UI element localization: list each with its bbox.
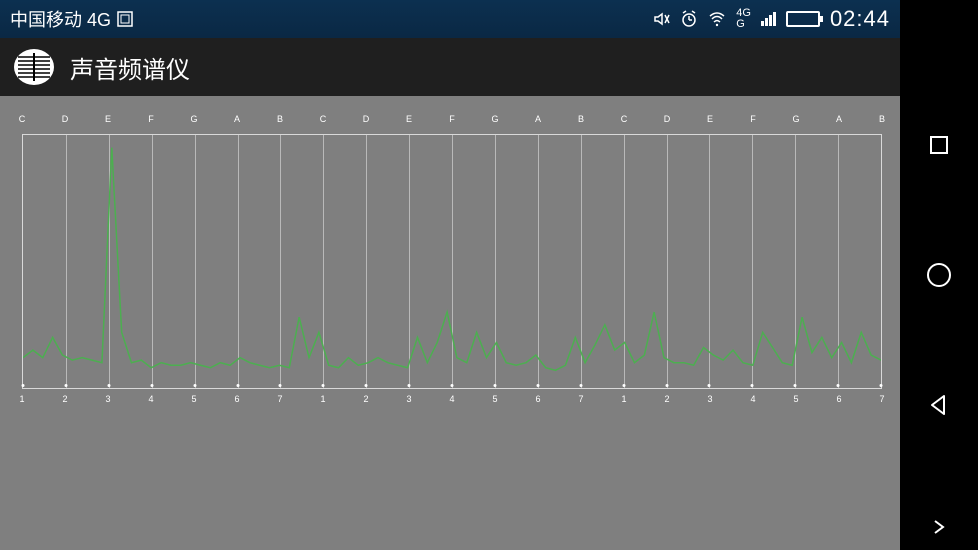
note-label: F: [148, 114, 154, 124]
note-label: A: [836, 114, 842, 124]
recent-apps-button[interactable]: [924, 130, 954, 160]
note-label: E: [707, 114, 713, 124]
sim-icon: [117, 11, 133, 27]
x-tick: 2: [664, 394, 669, 404]
note-label: B: [277, 114, 283, 124]
net-bot: G: [736, 19, 745, 30]
note-label: A: [535, 114, 541, 124]
note-label: G: [792, 114, 799, 124]
x-tick: 3: [105, 394, 110, 404]
tick-dot: [493, 384, 496, 387]
x-tick: 5: [191, 394, 196, 404]
note-label: D: [664, 114, 671, 124]
x-tick: 1: [320, 394, 325, 404]
back-button[interactable]: [924, 390, 954, 420]
battery-icon: [786, 11, 820, 27]
note-label: F: [449, 114, 455, 124]
tick-dot: [150, 384, 153, 387]
x-tick: 3: [406, 394, 411, 404]
tick-dot: [365, 384, 368, 387]
android-nav-rail: [900, 0, 978, 550]
x-tick: 2: [62, 394, 67, 404]
expand-button[interactable]: [924, 512, 954, 542]
alarm-icon: [680, 10, 698, 28]
x-tick: 7: [879, 394, 884, 404]
tick-dot: [322, 384, 325, 387]
note-label: C: [320, 114, 327, 124]
signal-icon: [761, 12, 776, 26]
tick-dot: [451, 384, 454, 387]
note-label: B: [578, 114, 584, 124]
mute-icon: [652, 10, 670, 28]
x-tick: 4: [750, 394, 755, 404]
tick-dot: [579, 384, 582, 387]
x-tick: 6: [234, 394, 239, 404]
note-labels-row: CDEFGABCDEFGABCDEFGAB: [22, 114, 882, 128]
tick-dot: [193, 384, 196, 387]
x-tick: 1: [621, 394, 626, 404]
tick-dot: [536, 384, 539, 387]
note-label: G: [491, 114, 498, 124]
x-tick: 4: [449, 394, 454, 404]
note-label: B: [879, 114, 885, 124]
note-label: G: [190, 114, 197, 124]
spectrum-line: [23, 135, 881, 388]
x-tick: 6: [836, 394, 841, 404]
x-tick: 7: [277, 394, 282, 404]
tick-dot: [751, 384, 754, 387]
x-tick: 1: [19, 394, 24, 404]
tick-dots: [23, 384, 881, 390]
tick-dot: [22, 384, 25, 387]
wifi-icon: [708, 10, 726, 28]
x-tick: 5: [793, 394, 798, 404]
tick-dot: [708, 384, 711, 387]
x-tick: 5: [492, 394, 497, 404]
x-tick: 3: [707, 394, 712, 404]
note-label: A: [234, 114, 240, 124]
clock: 02:44: [830, 6, 890, 32]
x-tick: 2: [363, 394, 368, 404]
network-type-icon: 4G G: [736, 8, 751, 30]
x-tick: 6: [535, 394, 540, 404]
note-label: D: [363, 114, 370, 124]
note-label: F: [750, 114, 756, 124]
x-labels-row: 1 2 3 4 5 6 7 1 2 3 4 5 6 7 1 2 3 4 5 6 7: [22, 394, 882, 408]
statusbar: 中国移动 4G 4G G 02:44: [0, 0, 900, 38]
tick-dot: [622, 384, 625, 387]
x-tick: 4: [148, 394, 153, 404]
note-label: E: [406, 114, 412, 124]
content-area: C D E F G A B C D E F G A B C D E F G A B 1 2 3 4 5 6 7 1 2 3 4 5 6 7 1 2 3 4…: [0, 96, 900, 550]
app-logo-icon: [12, 47, 56, 87]
spectrum-chart: C D E F G A B C D E F G A B C D E F G A B 1 2 3 4 5 6 7 1 2 3 4 5 6 7 1 2 3 4…: [22, 114, 882, 404]
home-button[interactable]: [924, 260, 954, 290]
tick-dot: [236, 384, 239, 387]
note-label: C: [621, 114, 628, 124]
tick-dot: [408, 384, 411, 387]
note-label: D: [62, 114, 69, 124]
chart-box: [22, 134, 882, 389]
app-title: 声音频谱仪: [70, 50, 190, 85]
tick-dot: [880, 384, 883, 387]
tick-dot: [665, 384, 668, 387]
note-label: E: [105, 114, 111, 124]
carrier-label: 中国移动 4G: [10, 6, 111, 32]
tick-dot: [794, 384, 797, 387]
tick-dot: [279, 384, 282, 387]
note-label: C: [19, 114, 26, 124]
tick-dot: [107, 384, 110, 387]
tick-dot: [64, 384, 67, 387]
x-tick: 7: [578, 394, 583, 404]
tick-dot: [837, 384, 840, 387]
app-bar: 声音频谱仪: [0, 38, 900, 96]
